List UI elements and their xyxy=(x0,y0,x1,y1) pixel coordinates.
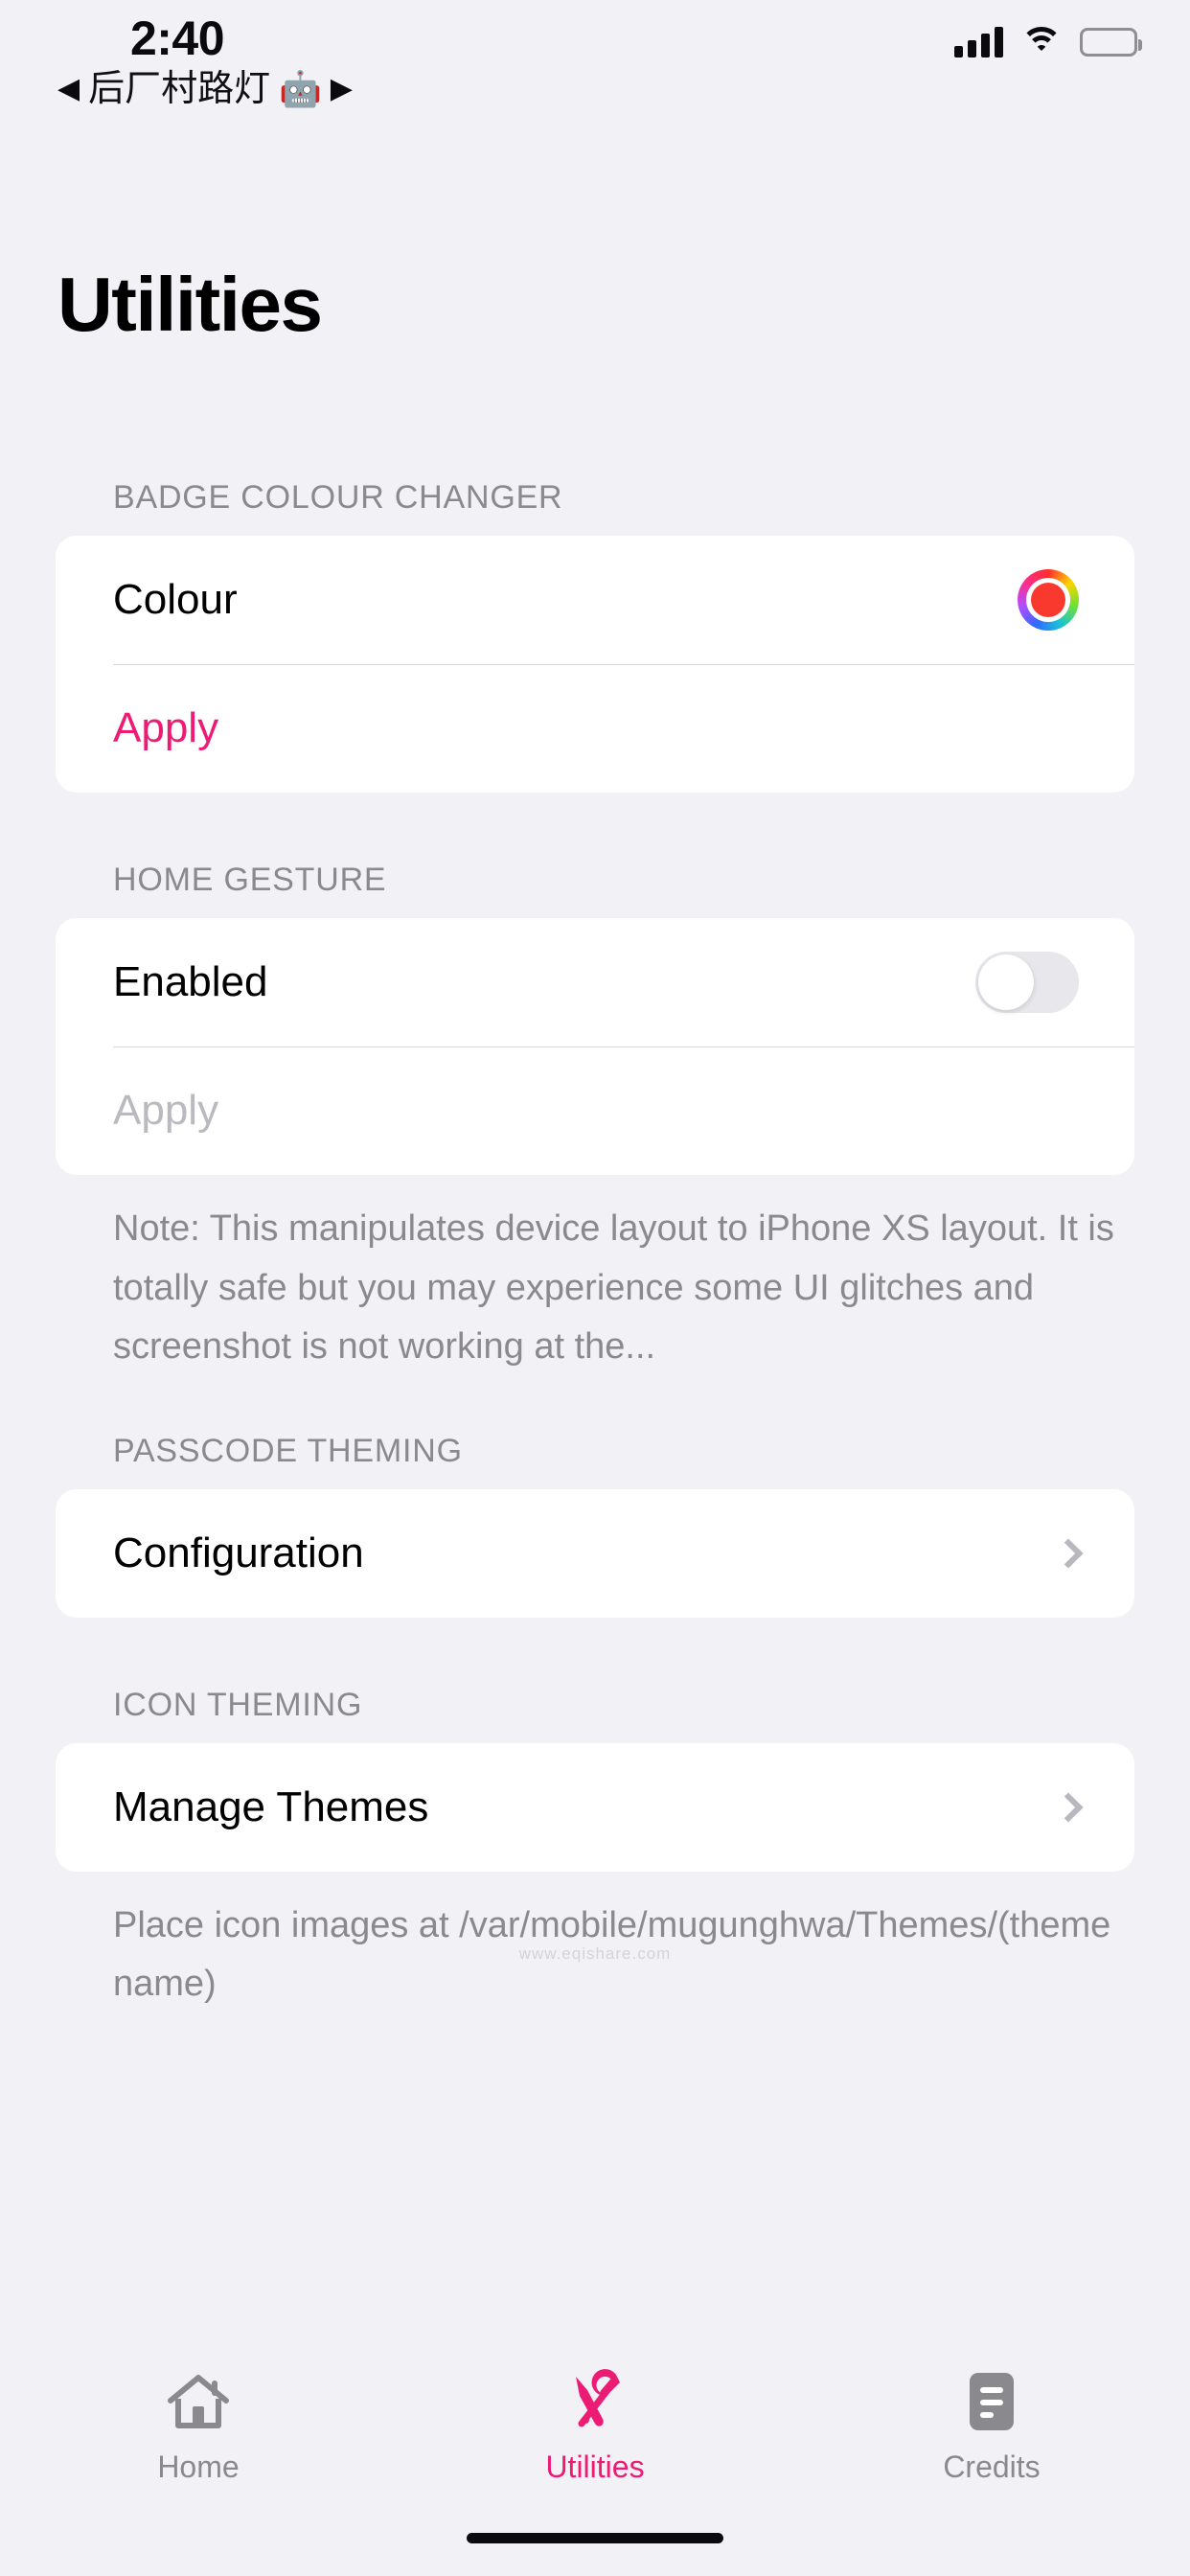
tab-label-home: Home xyxy=(157,2450,240,2484)
toggle-knob xyxy=(978,954,1034,1010)
section-home-gesture: HOME GESTURE Enabled Apply Note: This ma… xyxy=(0,862,1190,1377)
wifi-icon xyxy=(1020,27,1063,58)
badge-apply-button[interactable]: Apply xyxy=(113,704,218,752)
section-header-home-gesture: HOME GESTURE xyxy=(113,862,387,898)
gesture-apply-button[interactable]: Apply xyxy=(113,1087,218,1135)
passcode-theming-card: Configuration xyxy=(56,1488,1134,1618)
page-title: Utilities xyxy=(57,262,323,347)
section-icon-theming: ICON THEMING Manage Themes Place icon im… xyxy=(0,1687,1190,2014)
status-bar-left: 2:40 ◀ 后厂村路灯 🤖 ▶ xyxy=(57,12,460,111)
home-indicator[interactable] xyxy=(467,2533,723,2543)
status-bar-right xyxy=(954,27,1142,58)
carrier-left-arrow-icon: ◀ xyxy=(57,73,80,104)
row-gesture-apply[interactable]: Apply xyxy=(56,1046,1134,1175)
watermark: www.eqishare.com xyxy=(518,1944,672,1963)
section-passcode-theming: PASSCODE THEMING Configuration xyxy=(0,1433,1190,1618)
battery-icon xyxy=(1080,28,1142,57)
colour-label: Colour xyxy=(113,576,238,623)
home-gesture-toggle[interactable] xyxy=(975,952,1079,1013)
status-bar-clock: 2:40 xyxy=(129,12,225,65)
icon-theming-note: Place icon images at /var/mobile/mugungh… xyxy=(113,1904,1111,2005)
configuration-label: Configuration xyxy=(113,1529,364,1576)
badge-colour-card: Colour Apply xyxy=(56,536,1134,793)
status-bar-carrier: ◀ 后厂村路灯 🤖 ▶ xyxy=(57,67,460,111)
row-configuration[interactable]: Configuration xyxy=(56,1489,1134,1618)
cellular-signal-icon xyxy=(954,27,1003,58)
colour-swatch-icon[interactable] xyxy=(1018,569,1079,631)
icon-theming-card: Manage Themes xyxy=(56,1742,1134,1872)
tab-home[interactable]: Home xyxy=(0,2367,397,2485)
robot-emoji-icon: 🤖 xyxy=(279,69,322,108)
carrier-right-arrow-icon: ▶ xyxy=(330,73,353,104)
tab-label-utilities: Utilities xyxy=(545,2450,645,2484)
tab-utilities[interactable]: Utilities xyxy=(397,2367,793,2485)
chevron-right-icon xyxy=(1053,1538,1084,1569)
document-icon xyxy=(957,2367,1026,2436)
settings-list: BADGE COLOUR CHANGER Colour Apply HOME G… xyxy=(0,479,1190,2014)
tab-label-credits: Credits xyxy=(943,2450,1041,2484)
manage-themes-label: Manage Themes xyxy=(113,1782,429,1830)
row-enabled[interactable]: Enabled xyxy=(56,918,1134,1046)
row-manage-themes[interactable]: Manage Themes xyxy=(56,1743,1134,1872)
enabled-label: Enabled xyxy=(113,958,268,1005)
row-colour[interactable]: Colour xyxy=(56,536,1134,664)
home-gesture-card: Enabled Apply xyxy=(56,918,1134,1175)
section-header-icon-theming: ICON THEMING xyxy=(113,1686,363,1723)
row-badge-apply[interactable]: Apply xyxy=(56,664,1134,793)
section-header-badge-colour: BADGE COLOUR CHANGER xyxy=(113,479,563,516)
carrier-name: 后厂村路灯 xyxy=(88,69,271,109)
section-badge-colour-changer: BADGE COLOUR CHANGER Colour Apply xyxy=(0,479,1190,793)
home-gesture-note: Note: This manipulates device layout to … xyxy=(113,1208,1114,1368)
tab-credits[interactable]: Credits xyxy=(793,2367,1190,2485)
house-icon xyxy=(164,2367,233,2436)
status-bar: 2:40 ◀ 后厂村路灯 🤖 ▶ xyxy=(0,0,1190,125)
tools-icon xyxy=(561,2367,629,2436)
chevron-right-icon xyxy=(1053,1792,1084,1823)
phone-screen: 2:40 ◀ 后厂村路灯 🤖 ▶ Utilities BADGE COLOUR … xyxy=(0,0,1190,2576)
section-header-passcode-theming: PASSCODE THEMING xyxy=(113,1432,463,1469)
